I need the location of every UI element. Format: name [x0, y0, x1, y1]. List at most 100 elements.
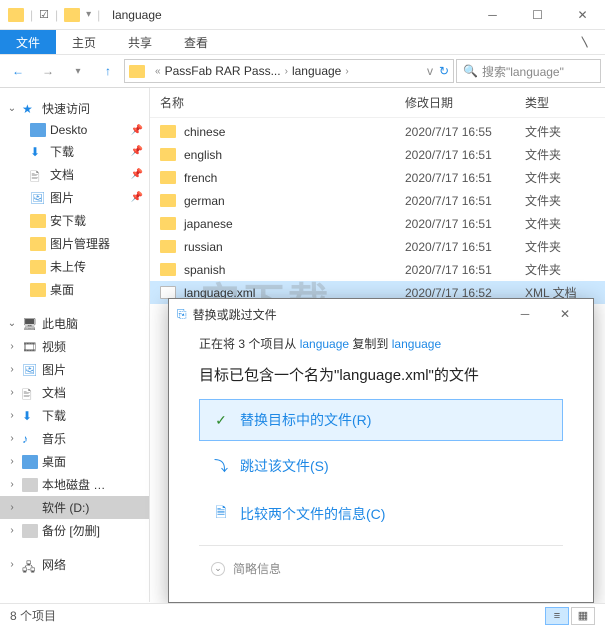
folder-icon — [160, 217, 176, 230]
file-row[interactable]: japanese2020/7/17 16:51文件夹 — [150, 212, 605, 235]
maximize-button[interactable]: ☐ — [515, 0, 560, 30]
dialog-status: 正在将 3 个项目从 language 复制到 language — [199, 335, 563, 352]
sidebar-item-downloads2[interactable]: ›⬇下载 — [0, 404, 149, 427]
address-dropdown[interactable]: v — [427, 64, 433, 78]
tab-share[interactable]: 共享 — [112, 30, 168, 54]
dest-link[interactable]: language — [392, 337, 441, 351]
source-link[interactable]: language — [300, 337, 349, 351]
breadcrumb-chevron[interactable]: « — [151, 66, 165, 77]
file-type: 文件夹 — [525, 238, 595, 255]
dialog-heading: 目标已包含一个名为"language.xml"的文件 — [199, 364, 563, 385]
option-replace[interactable]: ✓ 替换目标中的文件(R) — [199, 399, 563, 441]
file-date: 2020/7/17 16:51 — [405, 240, 525, 254]
file-type: 文件夹 — [525, 146, 595, 163]
file-name: chinese — [184, 125, 405, 139]
sidebar-item-pictures[interactable]: 🖼图片📌 — [0, 186, 149, 209]
file-date: 2020/7/17 16:51 — [405, 217, 525, 231]
check-icon: ✓ — [212, 412, 230, 429]
chevron-down-icon: ⌄ — [211, 562, 225, 576]
breadcrumb-seg[interactable]: language — [292, 64, 341, 78]
file-date: 2020/7/17 16:51 — [405, 148, 525, 162]
dialog-close-button[interactable]: ✕ — [545, 300, 585, 328]
dialog-titlebar[interactable]: ⎘ 替换或跳过文件 ─ ✕ — [169, 299, 593, 329]
separator: | — [97, 8, 100, 22]
sidebar-item-axz[interactable]: 安下载 — [0, 209, 149, 232]
view-details-button[interactable]: ≡ — [545, 607, 569, 625]
search-icon: 🔍 — [463, 64, 478, 78]
column-date[interactable]: 修改日期 — [405, 94, 525, 111]
file-list: chinese2020/7/17 16:55文件夹english2020/7/1… — [150, 118, 605, 306]
item-count: 8 个项目 — [10, 607, 56, 624]
file-date: 2020/7/17 16:51 — [405, 171, 525, 185]
navigation-bar: ← → ▾ ↑ « PassFab RAR Pass... › language… — [0, 54, 605, 88]
sidebar-this-pc[interactable]: ⌄🖥此电脑 — [0, 309, 149, 335]
qat-dropdown[interactable]: ▾ — [86, 9, 91, 20]
folder-icon — [160, 263, 176, 276]
recent-dropdown[interactable]: ▾ — [64, 58, 92, 84]
view-icons-button[interactable]: ▦ — [571, 607, 595, 625]
sidebar-item-desktop3[interactable]: ›桌面 — [0, 450, 149, 473]
up-button[interactable]: ↑ — [94, 58, 122, 84]
chevron-right-icon[interactable]: › — [281, 66, 292, 77]
tab-view[interactable]: 查看 — [168, 30, 224, 54]
tab-home[interactable]: 主页 — [56, 30, 112, 54]
navigation-pane: ⌄★快速访问 Deskto📌 ⬇下载📌 🖹文档📌 🖼图片📌 安下载 图片管理器 … — [0, 88, 150, 602]
sidebar-item-picmgr[interactable]: 图片管理器 — [0, 232, 149, 255]
sidebar-item-downloads[interactable]: ⬇下载📌 — [0, 140, 149, 163]
check-icon[interactable]: ☑ — [39, 8, 49, 21]
ribbon-expand-button[interactable]: 〵 — [565, 30, 605, 54]
refresh-button[interactable]: ↻ — [439, 64, 449, 78]
sidebar-item-video[interactable]: ›🎞视频 — [0, 335, 149, 358]
status-bar: 8 个项目 ≡ ▦ — [0, 603, 605, 627]
address-bar[interactable]: « PassFab RAR Pass... › language › v ↻ — [124, 59, 454, 83]
back-button[interactable]: ← — [4, 58, 32, 84]
search-input[interactable]: 🔍 搜索"language" — [456, 59, 601, 83]
sidebar-item-desktop[interactable]: Deskto📌 — [0, 120, 149, 140]
file-row[interactable]: russian2020/7/17 16:51文件夹 — [150, 235, 605, 258]
file-row[interactable]: chinese2020/7/17 16:55文件夹 — [150, 120, 605, 143]
sidebar-item-desktop2[interactable]: 桌面 — [0, 278, 149, 301]
folder-icon — [160, 240, 176, 253]
breadcrumb-seg[interactable]: PassFab RAR Pass... — [165, 64, 281, 78]
replace-skip-dialog: ⎘ 替换或跳过文件 ─ ✕ 正在将 3 个项目从 language 复制到 la… — [168, 298, 594, 603]
file-row[interactable]: spanish2020/7/17 16:51文件夹 — [150, 258, 605, 281]
file-date: 2020/7/17 16:51 — [405, 194, 525, 208]
sidebar-item-ddisk[interactable]: ›软件 (D:) — [0, 496, 149, 519]
file-name: german — [184, 194, 405, 208]
sidebar-item-documents2[interactable]: ›🖹文档 — [0, 381, 149, 404]
column-headers[interactable]: 名称 修改日期 类型 — [150, 88, 605, 118]
option-compare[interactable]: 🗎 比较两个文件的信息(C) — [199, 491, 563, 537]
dialog-minimize-button[interactable]: ─ — [505, 300, 545, 328]
search-placeholder: 搜索"language" — [482, 63, 564, 80]
sidebar-network[interactable]: ›🖧网络 — [0, 550, 149, 576]
file-row[interactable]: french2020/7/17 16:51文件夹 — [150, 166, 605, 189]
copy-icon: ⎘ — [177, 307, 187, 322]
window-titlebar: | ☑ | ▾ | language ─ ☐ ✕ — [0, 0, 605, 30]
skip-icon: ⤵ — [212, 456, 230, 476]
sidebar-item-cdisk[interactable]: ›本地磁盘 … — [0, 473, 149, 496]
file-name: french — [184, 171, 405, 185]
sidebar-item-pictures2[interactable]: ›🖼图片 — [0, 358, 149, 381]
sidebar-item-documents[interactable]: 🖹文档📌 — [0, 163, 149, 186]
folder-icon — [8, 8, 24, 22]
file-row[interactable]: german2020/7/17 16:51文件夹 — [150, 189, 605, 212]
file-name: spanish — [184, 263, 405, 277]
sidebar-item-backup[interactable]: ›备份 [勿删] — [0, 519, 149, 542]
option-skip[interactable]: ⤵ 跳过该文件(S) — [199, 445, 563, 487]
sidebar-item-music[interactable]: ›♪音乐 — [0, 427, 149, 450]
folder-icon — [129, 65, 145, 78]
column-name[interactable]: 名称 — [160, 94, 405, 111]
file-row[interactable]: english2020/7/17 16:51文件夹 — [150, 143, 605, 166]
forward-button[interactable]: → — [34, 58, 62, 84]
close-button[interactable]: ✕ — [560, 0, 605, 30]
dialog-title: 替换或跳过文件 — [193, 306, 277, 323]
sidebar-item-notuploaded[interactable]: 未上传 — [0, 255, 149, 278]
file-name: russian — [184, 240, 405, 254]
dialog-more-details[interactable]: ⌄ 简略信息 — [199, 545, 563, 577]
file-name: english — [184, 148, 405, 162]
sidebar-quick-access[interactable]: ⌄★快速访问 — [0, 94, 149, 120]
minimize-button[interactable]: ─ — [470, 0, 515, 30]
column-type[interactable]: 类型 — [525, 94, 595, 111]
tab-file[interactable]: 文件 — [0, 30, 56, 54]
chevron-right-icon[interactable]: › — [341, 66, 352, 77]
